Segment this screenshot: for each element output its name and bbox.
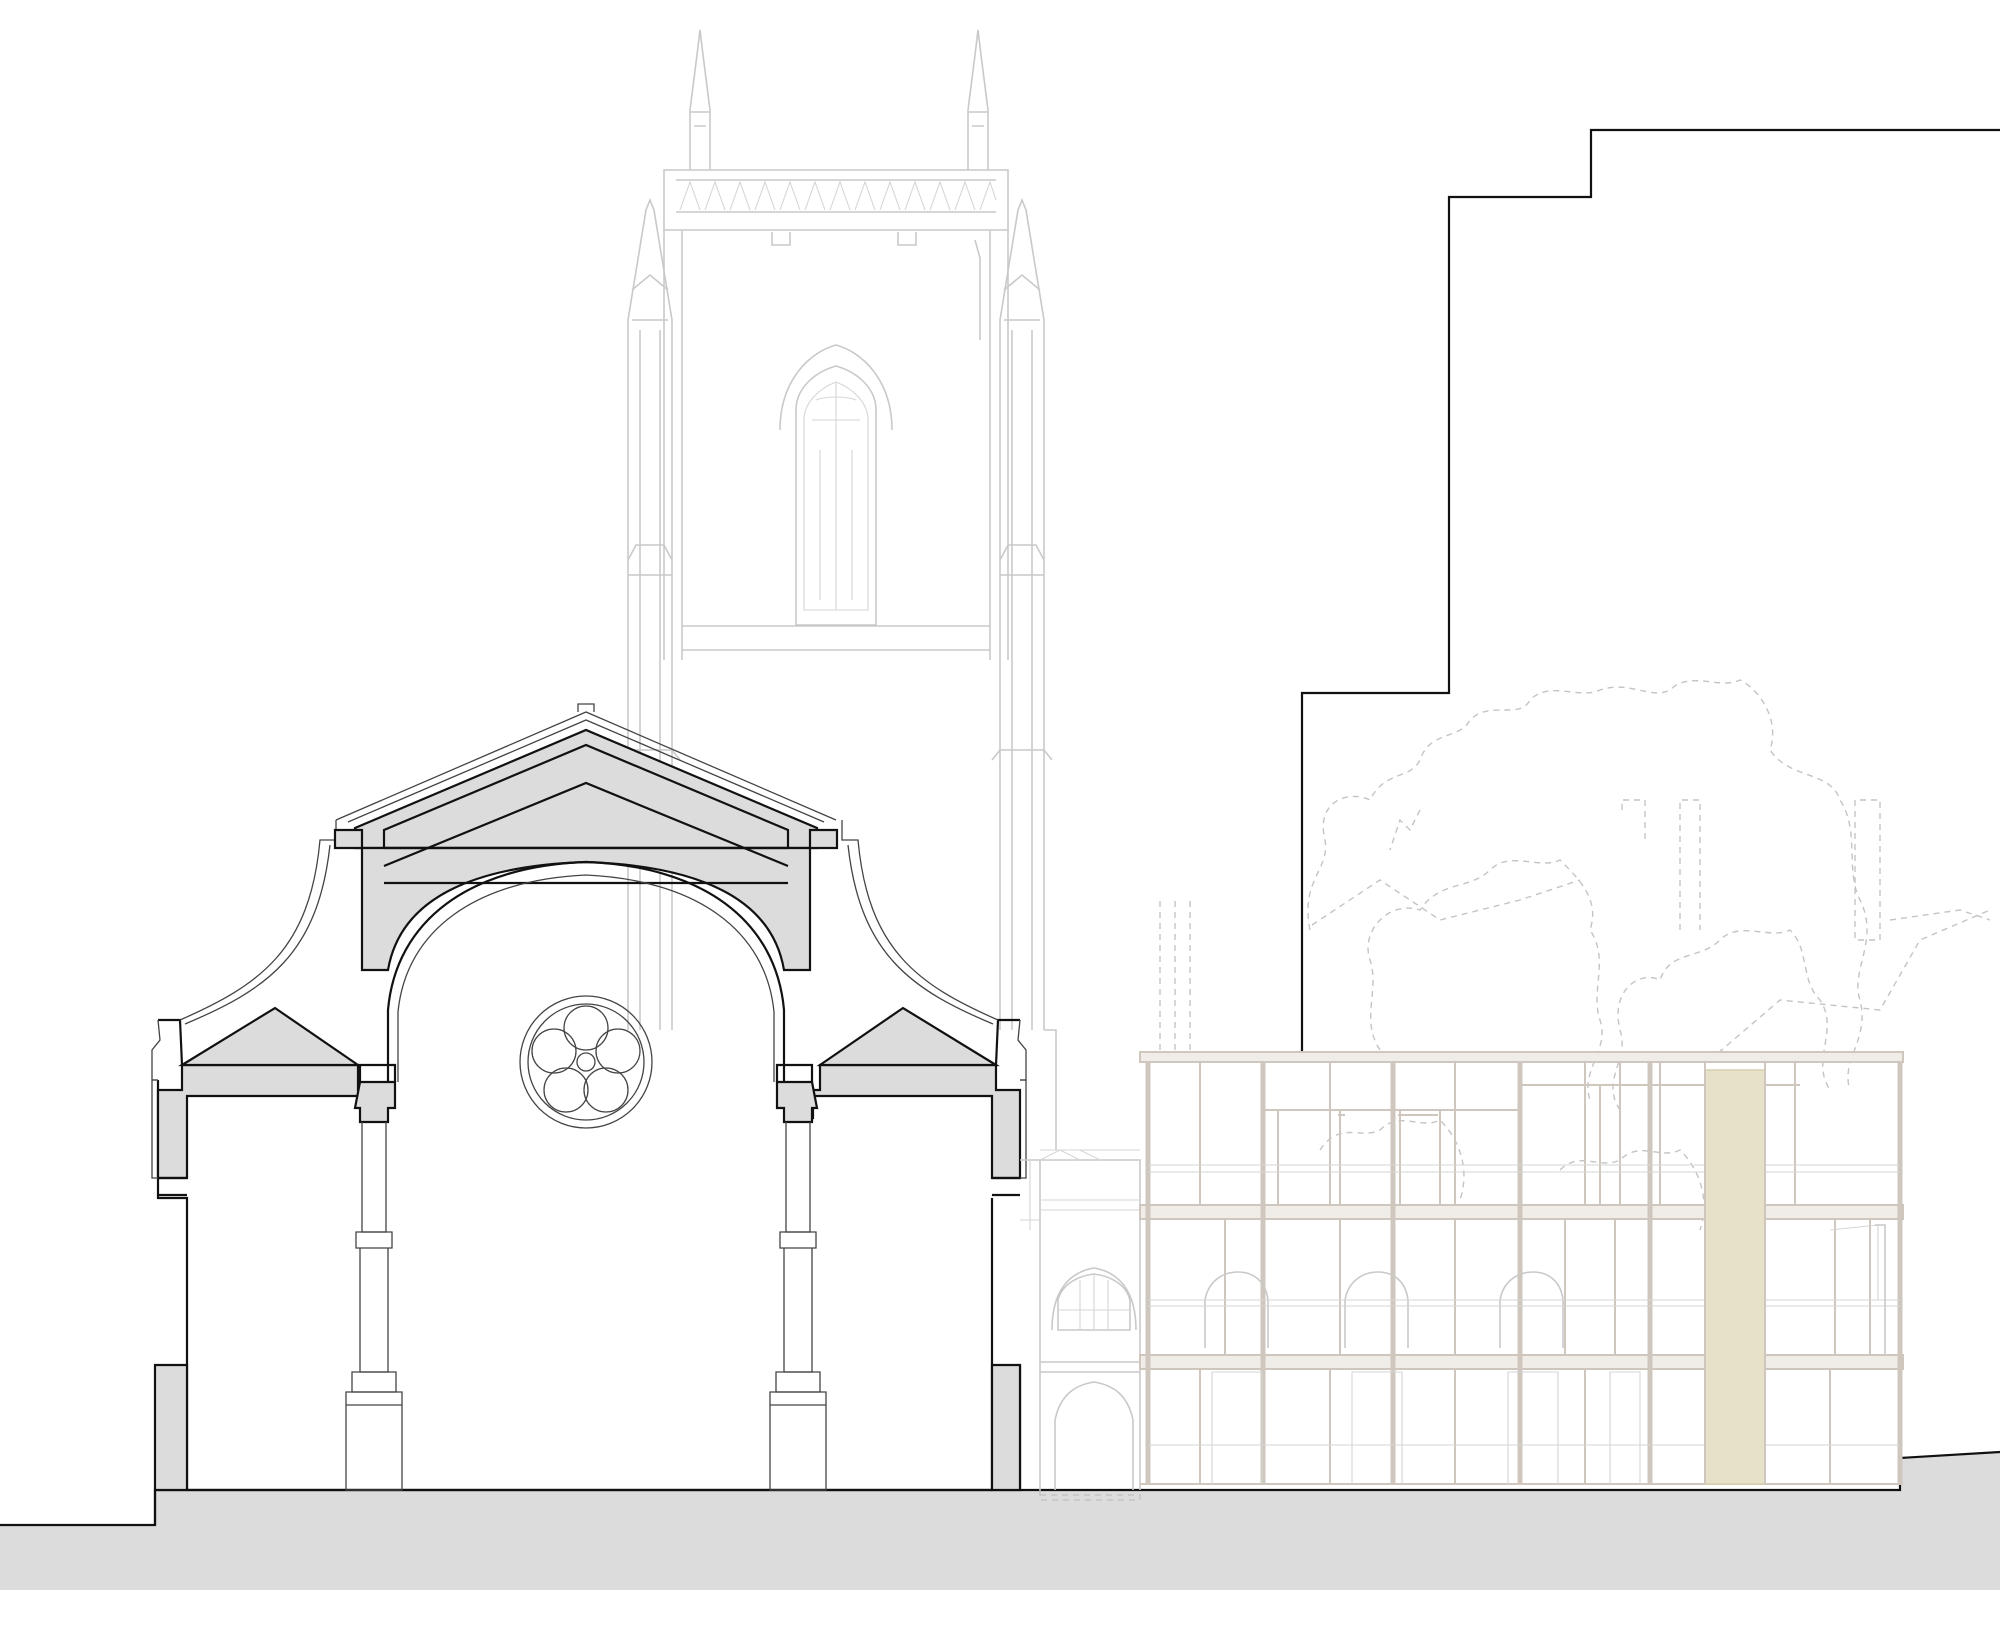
new-building — [1139, 1051, 1904, 1485]
stair-core — [1704, 1069, 1766, 1485]
church-section — [151, 703, 1027, 1525]
background-trees — [1159, 679, 1991, 1231]
section-drawing — [0, 29, 2000, 1590]
neighbouring-block-outline — [1300, 128, 2000, 1052]
rose-window — [519, 995, 653, 1129]
adjoining-building — [1020, 1149, 1141, 1501]
church-tower — [619, 29, 1057, 1150]
